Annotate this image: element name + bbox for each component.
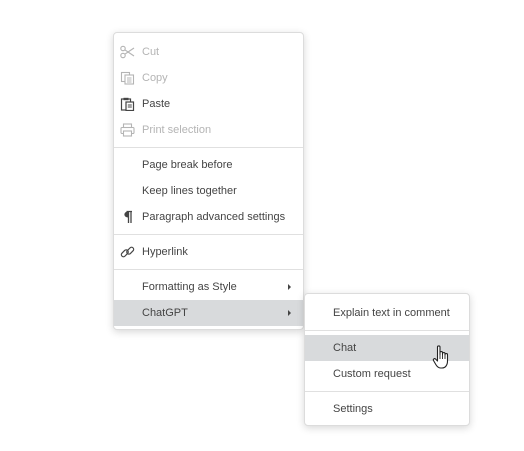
copy-icon <box>120 71 135 85</box>
menu-item-label: Settings <box>333 403 373 415</box>
link-icon <box>120 245 135 259</box>
menu-separator <box>114 234 303 235</box>
menu-separator <box>114 147 303 148</box>
menu-item-label: ChatGPT <box>142 307 188 319</box>
menu-item-cut[interactable]: Cut <box>114 39 303 65</box>
menu-item-paste[interactable]: Paste <box>114 91 303 117</box>
menu-separator <box>114 269 303 270</box>
chevron-right-icon <box>288 310 291 316</box>
menu-item-label: Copy <box>142 72 168 84</box>
pilcrow-icon <box>120 210 135 224</box>
menu-item-label: Formatting as Style <box>142 281 237 293</box>
paste-icon <box>120 97 135 111</box>
menu-item-label: Chat <box>333 342 357 354</box>
menu-item-formatting-as-style[interactable]: Formatting as Style <box>114 274 303 300</box>
menu-item-label: Paragraph advanced settings <box>142 211 286 223</box>
hand-cursor-icon <box>432 344 452 370</box>
menu-item-label: Paste <box>142 98 171 110</box>
stage: Cut Copy Paste Print selection Page brea… <box>0 0 524 451</box>
menu-item-label: Cut <box>142 46 160 58</box>
menu-item-hyperlink[interactable]: Hyperlink <box>114 239 303 265</box>
menu-item-label: Keep lines together <box>142 185 237 197</box>
menu-item-label: Custom request <box>333 368 411 380</box>
menu-item-copy[interactable]: Copy <box>114 65 303 91</box>
scissors-icon <box>120 45 135 59</box>
menu-item-chatgpt[interactable]: ChatGPT <box>114 300 303 326</box>
submenu-item-settings[interactable]: Settings <box>305 396 469 422</box>
menu-item-keep-lines-together[interactable]: Keep lines together <box>114 178 303 204</box>
menu-separator <box>305 330 469 331</box>
menu-item-label: Explain text in comment <box>333 307 450 319</box>
chevron-right-icon <box>288 284 291 290</box>
menu-item-label: Hyperlink <box>142 246 188 258</box>
menu-separator <box>305 391 469 392</box>
menu-item-paragraph-advanced-settings[interactable]: Paragraph advanced settings <box>114 204 303 230</box>
menu-item-label: Print selection <box>142 124 212 136</box>
menu-item-page-break-before[interactable]: Page break before <box>114 152 303 178</box>
printer-icon <box>120 123 135 137</box>
submenu-item-explain-text-in-comment[interactable]: Explain text in comment <box>305 300 469 326</box>
context-menu: Cut Copy Paste Print selection Page brea… <box>113 32 304 330</box>
menu-item-label: Page break before <box>142 159 233 171</box>
menu-item-print-selection[interactable]: Print selection <box>114 117 303 143</box>
